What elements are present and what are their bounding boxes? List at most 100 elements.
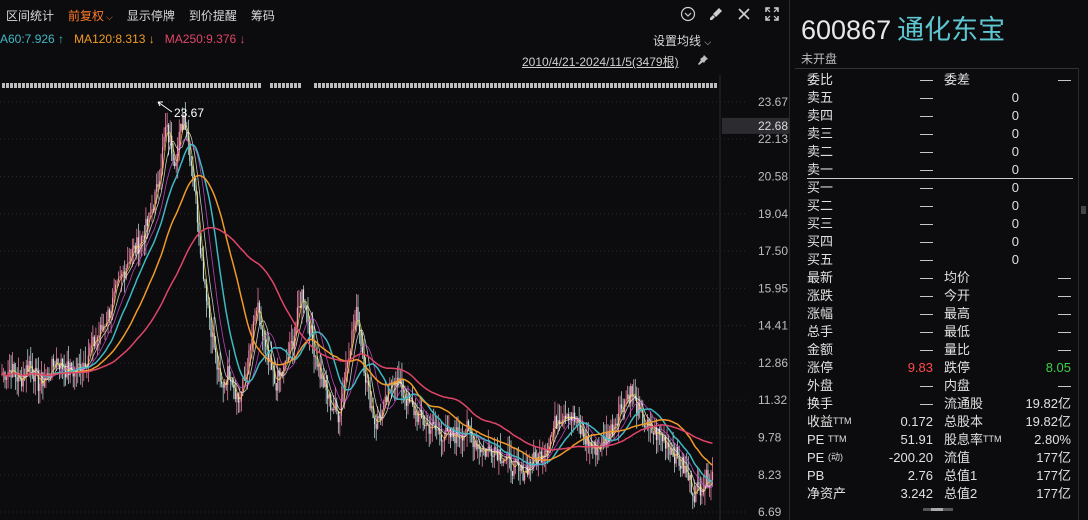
sell-row-3-v1: — [920,125,933,143]
candle-body [207,301,209,306]
candle-body [552,428,555,433]
stat-row-11-l1: PB [807,467,824,485]
info-dot [674,83,677,88]
info-dot [314,83,317,88]
info-dot [294,83,297,88]
candle-body [711,471,714,481]
stat-row-8-v2-text: 19.82亿 [1025,414,1071,429]
sell-row-4-l1: 卖四 [807,107,833,125]
info-dot [130,83,133,88]
info-dot [498,83,501,88]
info-dot [630,83,633,88]
sell-row-2-l1-text: 卖二 [807,144,834,159]
info-dot [158,83,161,88]
stat-row-9-l1-text: PE [807,432,828,447]
candle-body [572,412,574,421]
y-tick-label: 17.50 [758,244,788,258]
info-dot [246,83,249,88]
candle-body [127,263,129,268]
candle-body [249,345,252,351]
candle-body [166,124,168,128]
stat-row-2-l1-text: 涨幅 [807,306,834,321]
info-dot [298,83,301,88]
candle-body [90,345,92,348]
sell-row-4: 卖四 — 0 [807,107,1073,125]
candle-body [113,291,115,298]
candle-body [136,237,138,253]
candle-body [460,437,462,439]
info-dot [234,83,237,88]
y-tick-label: 8.23 [758,468,782,482]
info-dot [134,83,137,88]
stat-row-5-v2-text: 8.05 [1045,360,1071,375]
info-dot [594,83,597,88]
buy-row-2-v2: 0 [1007,197,1019,215]
y-tick-label: 9.78 [758,430,782,444]
stat-row-0: 最新 — 均价 — [807,269,1073,287]
stat-row-5-v1: 9.83 [908,359,933,377]
buy-row-2-l1: 买二 [807,197,833,215]
candlestick-chart[interactable]: 23.67 22.13 20.58 19.04 17.50 15.95 14.41 12.86… [0,0,790,520]
candle-body [580,425,582,435]
buy-row-4-l1-text: 买四 [807,234,834,249]
buy-row-1: 买一 — 0 [807,179,1073,197]
info-dot [614,83,617,88]
info-dot [434,83,437,88]
bottom-scrollbar[interactable] [795,506,1078,520]
orderbook-ratio-row: 委比 — 委差 — [807,71,1073,89]
candle-body [474,441,476,448]
info-dot [438,83,441,88]
stat-row-9-l2-text: 股息率 [944,432,984,447]
candle-body [345,367,347,381]
info-dot [554,83,557,88]
chart-panel[interactable]: 区间统计 前复权 ⌵ 显示停牌 到价提醒 筹码 A60:7.926 ↑ MA120… [0,0,790,520]
candle-body [52,358,55,367]
candle-body [321,374,323,379]
candle-body [5,376,8,380]
stat-row-6-l2: 内盘 [944,377,970,395]
info-dot [410,83,413,88]
info-dot [598,83,601,88]
candle-body [402,395,405,398]
candle-body [645,426,647,428]
vertical-scrollbar[interactable] [1078,68,1088,520]
stat-row-9-v1: 51.91 [900,431,933,449]
info-dot [2,83,5,88]
candle-body [218,367,220,370]
info-dot [458,83,461,88]
info-dot [550,83,553,88]
stock-name[interactable]: 通化东宝 [897,15,1005,45]
candle-body [334,402,336,410]
max-annotation-arrow [157,101,173,113]
stat-row-6-l1-text: 外盘 [807,378,834,393]
candle-body [275,383,277,391]
candle-body [451,428,453,438]
info-dot [30,83,33,88]
candle-body [146,218,149,226]
info-dot [206,83,209,88]
stat-row-0-v2: — [1058,269,1071,287]
candle-body [581,429,583,435]
candle-body [302,289,305,301]
info-dot [350,83,353,88]
market-status: 未开盘 [801,52,838,66]
info-dot [702,83,705,88]
info-dot [510,83,513,88]
scrollbar-thumb[interactable] [1081,206,1086,214]
stat-row-9-l1: PE TTM [807,431,846,449]
sell-row-2-l1: 卖二 [807,143,833,161]
info-dot [522,83,525,88]
candle-body [118,278,120,282]
info-dot [370,83,373,88]
candle-body [693,495,695,502]
candle-body [165,127,167,137]
candle-body [34,367,36,382]
stat-row-10: PE (动) -200.20 流值 177亿 [807,449,1073,467]
buy-row-1-v2: 0 [1007,179,1019,197]
info-dot [506,83,509,88]
stat-row-7-l1: 换手 [807,395,833,413]
stat-row-5: 涨停 9.83 跌停 8.05 [807,359,1073,377]
candle-body [39,383,41,391]
candle-body [266,346,268,350]
info-dot [194,83,197,88]
